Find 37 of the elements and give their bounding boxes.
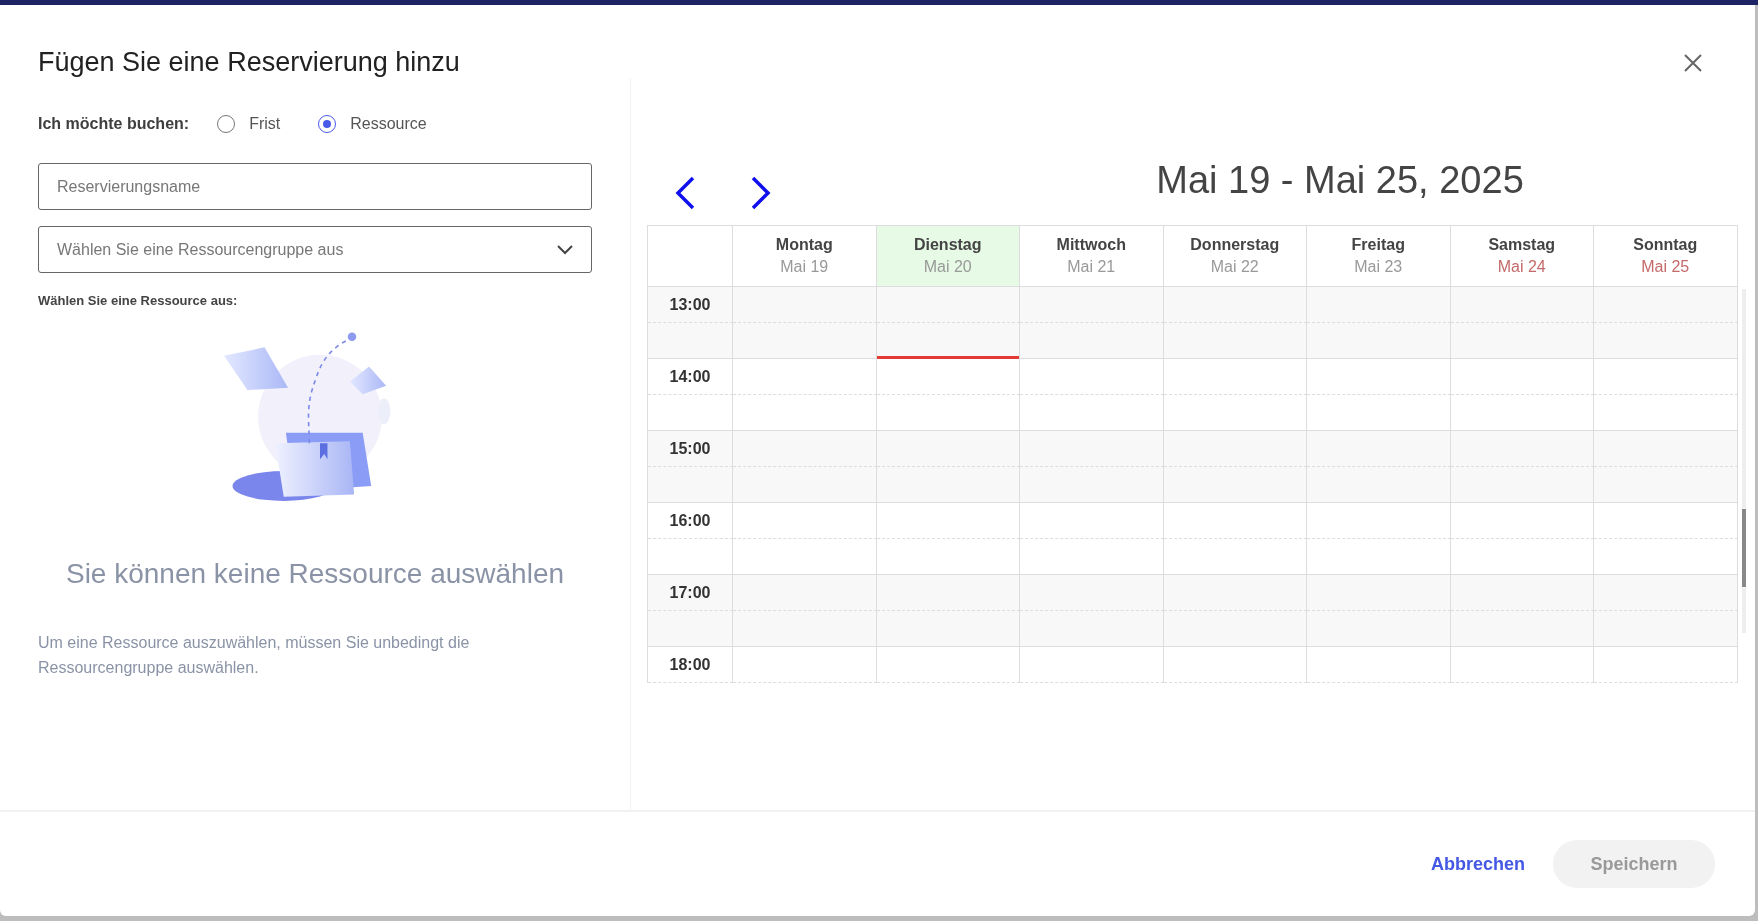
time-label: 14:00 bbox=[669, 367, 711, 386]
day-date: Mai 24 bbox=[1497, 258, 1546, 276]
resource-label: Wählen Sie eine Ressource aus: bbox=[38, 293, 239, 308]
day-date: Mai 21 bbox=[1067, 258, 1116, 276]
day-date: Mai 22 bbox=[1210, 258, 1259, 276]
time-label: 18:00 bbox=[669, 655, 711, 674]
cancel-button[interactable]: Abbrechen bbox=[1426, 845, 1529, 883]
day-name: Mittwoch bbox=[1056, 236, 1126, 254]
time-label: 15:00 bbox=[669, 439, 711, 458]
day-date: Mai 19 bbox=[780, 258, 829, 276]
next-week-icon[interactable] bbox=[749, 175, 773, 211]
empty-state-text: Um eine Ressource auszuwählen, müssen Sie unbedingt die Ressourcengruppe auswählen. bbox=[38, 633, 471, 678]
day-name: Samstag bbox=[1488, 236, 1556, 254]
day-date: Mai 23 bbox=[1354, 258, 1403, 276]
previous-week-icon[interactable] bbox=[673, 175, 697, 211]
scrollbar[interactable] bbox=[1741, 289, 1746, 633]
chevron-down-icon bbox=[557, 244, 573, 255]
day-name: Freitag bbox=[1351, 236, 1405, 254]
resource-group-dropdown[interactable]: Wählen Sie eine Ressourcengruppe aus bbox=[38, 226, 592, 273]
day-name: Sonntag bbox=[1633, 236, 1698, 254]
date-range-title: Mai 19 - Mai 25, 2025 bbox=[1155, 158, 1525, 202]
reservation-name-field[interactable]: Reservierungsname bbox=[38, 163, 592, 210]
time-label: 16:00 bbox=[669, 511, 711, 530]
day-name: Montag bbox=[775, 236, 833, 254]
dialog-title: Fügen Sie eine Reservierung hinzu bbox=[38, 47, 460, 78]
day-name: Donnerstag bbox=[1190, 236, 1280, 254]
day-date: Mai 25 bbox=[1641, 258, 1690, 276]
close-icon[interactable] bbox=[1683, 53, 1703, 73]
time-label: 17:00 bbox=[669, 583, 711, 602]
radio-option[interactable]: Ressource bbox=[318, 115, 427, 133]
radio-option[interactable]: Frist bbox=[217, 115, 281, 133]
empty-state-title: Sie können keine Ressource auswählen bbox=[64, 558, 566, 590]
calendar-slot[interactable] bbox=[876, 323, 1020, 359]
booking-type-label: Ich möchte buchen: bbox=[38, 115, 190, 133]
time-label: 13:00 bbox=[669, 295, 711, 314]
day-date: Mai 20 bbox=[923, 258, 972, 276]
day-name: Dienstag bbox=[913, 236, 982, 254]
